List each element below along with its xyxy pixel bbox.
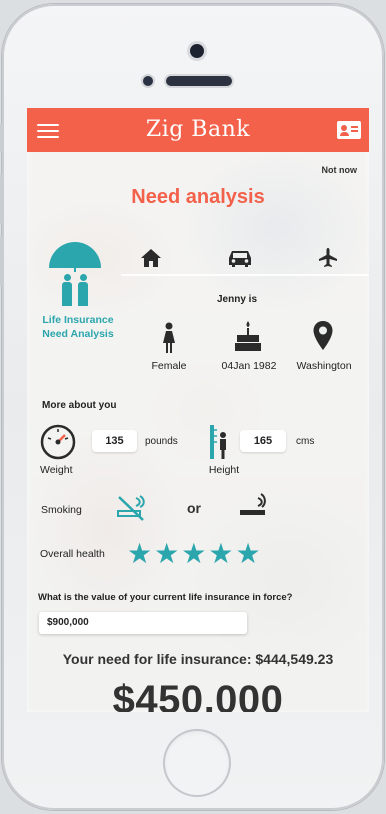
current-insurance-input[interactable]: $900,000 bbox=[39, 612, 247, 634]
earpiece-speaker bbox=[166, 76, 232, 86]
star-icon[interactable]: ★ bbox=[235, 540, 260, 568]
mute-switch bbox=[0, 124, 3, 152]
weight-input[interactable]: 135 bbox=[92, 430, 137, 452]
top-bar: Zig Bank bbox=[27, 108, 369, 152]
weight-label: Weight bbox=[40, 464, 73, 476]
location-pin-icon bbox=[313, 321, 333, 350]
star-icon[interactable]: ★ bbox=[181, 540, 206, 568]
star-icon[interactable]: ★ bbox=[127, 540, 152, 568]
more-heading: More about you bbox=[42, 400, 117, 411]
health-rating[interactable]: ★★★★★ bbox=[127, 540, 263, 568]
app-screen: Zig Bank Not now Need analysis Life Insu… bbox=[27, 108, 369, 712]
tab-underline bbox=[121, 274, 369, 276]
not-now-link[interactable]: Not now bbox=[322, 165, 358, 175]
volume-down-button bbox=[0, 236, 3, 286]
insurance-big-value: $450,000 bbox=[112, 678, 284, 712]
home-icon[interactable] bbox=[140, 248, 162, 268]
camera bbox=[190, 44, 204, 58]
scale-gauge-icon bbox=[40, 424, 76, 460]
smoking-icon[interactable] bbox=[238, 492, 268, 520]
health-label: Overall health bbox=[40, 548, 105, 560]
no-smoking-icon[interactable] bbox=[116, 494, 146, 522]
insurance-question: What is the value of your current life i… bbox=[38, 592, 293, 603]
front-sensor bbox=[143, 76, 153, 86]
app-brand: Zig Bank bbox=[145, 117, 251, 142]
birthdate-value: 04Jan 1982 bbox=[221, 360, 277, 372]
contact-card-icon[interactable] bbox=[337, 121, 361, 139]
umbrella-family-icon[interactable] bbox=[49, 242, 103, 312]
height-input[interactable]: 165 bbox=[240, 430, 286, 452]
gender-value: Female bbox=[151, 360, 187, 372]
height-measure-icon bbox=[210, 425, 226, 459]
profile-heading: Jenny is bbox=[217, 294, 258, 305]
car-icon[interactable] bbox=[227, 248, 253, 268]
height-unit: cms bbox=[296, 436, 315, 447]
home-button[interactable] bbox=[163, 729, 231, 797]
airplane-icon[interactable] bbox=[318, 248, 338, 268]
weight-unit: pounds bbox=[145, 436, 178, 447]
height-label: Height bbox=[208, 464, 240, 476]
volume-up-button bbox=[0, 174, 3, 224]
location-value: Washington bbox=[296, 360, 352, 372]
page-title: Need analysis bbox=[131, 186, 265, 208]
or-label: or bbox=[187, 500, 201, 516]
star-icon[interactable]: ★ bbox=[208, 540, 233, 568]
tab-life-insurance-label[interactable]: Life Insurance Need Analysis bbox=[37, 313, 119, 341]
birthday-cake-icon bbox=[235, 321, 261, 351]
insurance-need-text: Your need for life insurance: $444,549.2… bbox=[62, 651, 334, 667]
female-icon bbox=[163, 322, 175, 353]
star-icon[interactable]: ★ bbox=[154, 540, 179, 568]
smoking-label: Smoking bbox=[41, 504, 82, 516]
